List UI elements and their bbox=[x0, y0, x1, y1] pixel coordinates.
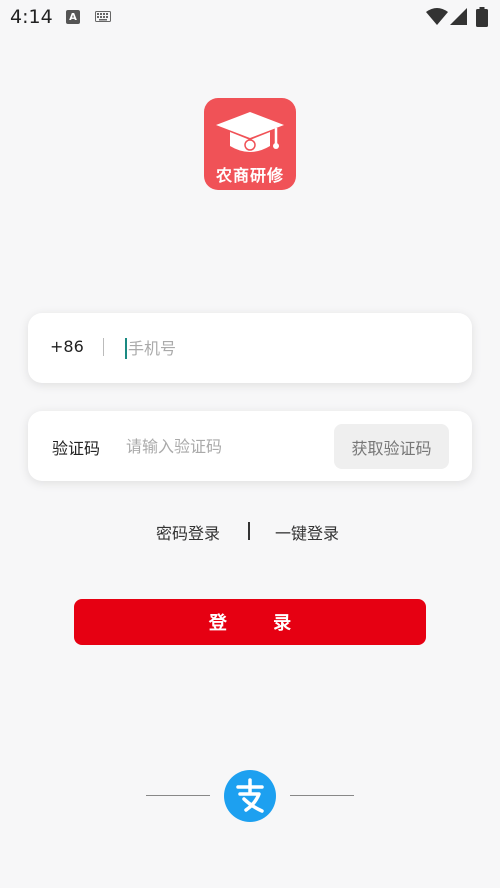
alt-login-divider-right bbox=[290, 795, 354, 796]
login-button[interactable]: 登 录 bbox=[74, 599, 426, 645]
logo-text: 农商研修 bbox=[215, 166, 284, 185]
a-icon: A bbox=[66, 10, 80, 24]
country-code[interactable]: +86 bbox=[50, 337, 84, 356]
phone-input[interactable] bbox=[128, 336, 448, 360]
alipay-login-button[interactable] bbox=[224, 770, 276, 822]
text-cursor bbox=[125, 338, 127, 359]
password-login-link[interactable]: 密码登录 bbox=[156, 520, 220, 544]
alipay-icon bbox=[236, 778, 264, 813]
phone-card: +86 bbox=[28, 313, 472, 383]
options-separator bbox=[248, 522, 250, 540]
alt-login-divider-left bbox=[146, 795, 210, 796]
code-input[interactable] bbox=[126, 434, 326, 458]
status-bar: 4:14 A bbox=[0, 0, 500, 36]
graduation-cap-icon bbox=[216, 112, 284, 152]
one-click-login-link[interactable]: 一键登录 bbox=[275, 520, 339, 544]
login-options: 密码登录 一键登录 bbox=[0, 520, 500, 544]
keyboard-icon bbox=[95, 11, 111, 22]
app-logo: 农商研修 bbox=[204, 98, 296, 190]
status-time: 4:14 bbox=[10, 6, 53, 28]
code-card: 验证码 获取验证码 bbox=[28, 411, 472, 481]
code-label: 验证码 bbox=[52, 439, 101, 458]
field-divider bbox=[103, 338, 104, 356]
get-code-button[interactable]: 获取验证码 bbox=[334, 424, 449, 469]
battery-icon bbox=[476, 7, 488, 27]
wifi-icon bbox=[426, 8, 448, 25]
signal-icon bbox=[450, 8, 467, 25]
